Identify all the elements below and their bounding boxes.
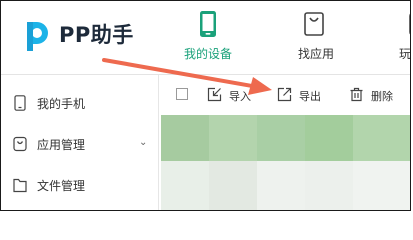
phone-icon — [200, 11, 216, 37]
chevron-down-icon[interactable]: ⌄ — [139, 137, 147, 148]
more-nav-icon — [409, 13, 410, 35]
grid-cell — [305, 115, 353, 161]
grid-cell — [353, 115, 410, 161]
export-icon — [277, 87, 292, 102]
sidebar-item-my-phone[interactable]: 我的手机 — [1, 91, 158, 115]
phone-outline-icon — [14, 95, 26, 111]
app-grid-blurred — [161, 115, 410, 210]
import-button[interactable]: 导入 — [207, 84, 267, 106]
import-label: 导入 — [229, 90, 251, 103]
grid-cell — [209, 115, 257, 161]
app-window: PP助手 我的设备 找应用 玩 我的手机 应用管理 ⌄ 文件管理 导入 导出 删… — [0, 0, 411, 211]
app-name: PP助手 — [59, 23, 134, 47]
sidebar-item-file-manage[interactable]: 文件管理 — [1, 173, 158, 197]
app-manage-icon — [13, 136, 27, 152]
trash-icon — [350, 87, 363, 102]
grid-cell — [305, 161, 353, 210]
nav-find-apps-label: 找应用 — [297, 47, 334, 61]
grid-cell — [161, 161, 209, 210]
folder-icon — [13, 178, 27, 193]
select-all-checkbox[interactable] — [176, 88, 188, 100]
top-header: PP助手 我的设备 找应用 玩 — [1, 1, 411, 75]
grid-cell — [257, 115, 305, 161]
pp-logo-icon — [27, 22, 48, 51]
nav-find-apps[interactable]: 找应用 — [288, 1, 344, 74]
nav-play[interactable]: 玩 — [393, 1, 411, 74]
nav-my-device[interactable]: 我的设备 — [177, 1, 239, 74]
sidebar-item-label: 我的手机 — [37, 97, 86, 111]
import-icon — [207, 87, 222, 102]
export-label: 导出 — [299, 90, 321, 103]
export-button[interactable]: 导出 — [277, 84, 337, 106]
sidebar-item-app-manage[interactable]: 应用管理 ⌄ — [1, 132, 158, 156]
delete-button[interactable]: 删除 — [349, 84, 409, 106]
sidebar-item-label: 文件管理 — [37, 179, 86, 193]
toolbar: 导入 导出 删除 — [159, 75, 410, 115]
nav-play-label: 玩 — [399, 47, 411, 61]
nav-my-device-label: 我的设备 — [183, 47, 232, 61]
sidebar-item-label: 应用管理 — [37, 138, 86, 152]
grid-cell — [209, 161, 257, 210]
grid-cell — [257, 161, 305, 210]
grid-cell — [161, 115, 209, 161]
shopping-bag-icon — [304, 12, 324, 36]
delete-label: 删除 — [371, 90, 393, 103]
sidebar: 我的手机 应用管理 ⌄ 文件管理 — [1, 75, 159, 210]
grid-cell — [353, 161, 410, 210]
